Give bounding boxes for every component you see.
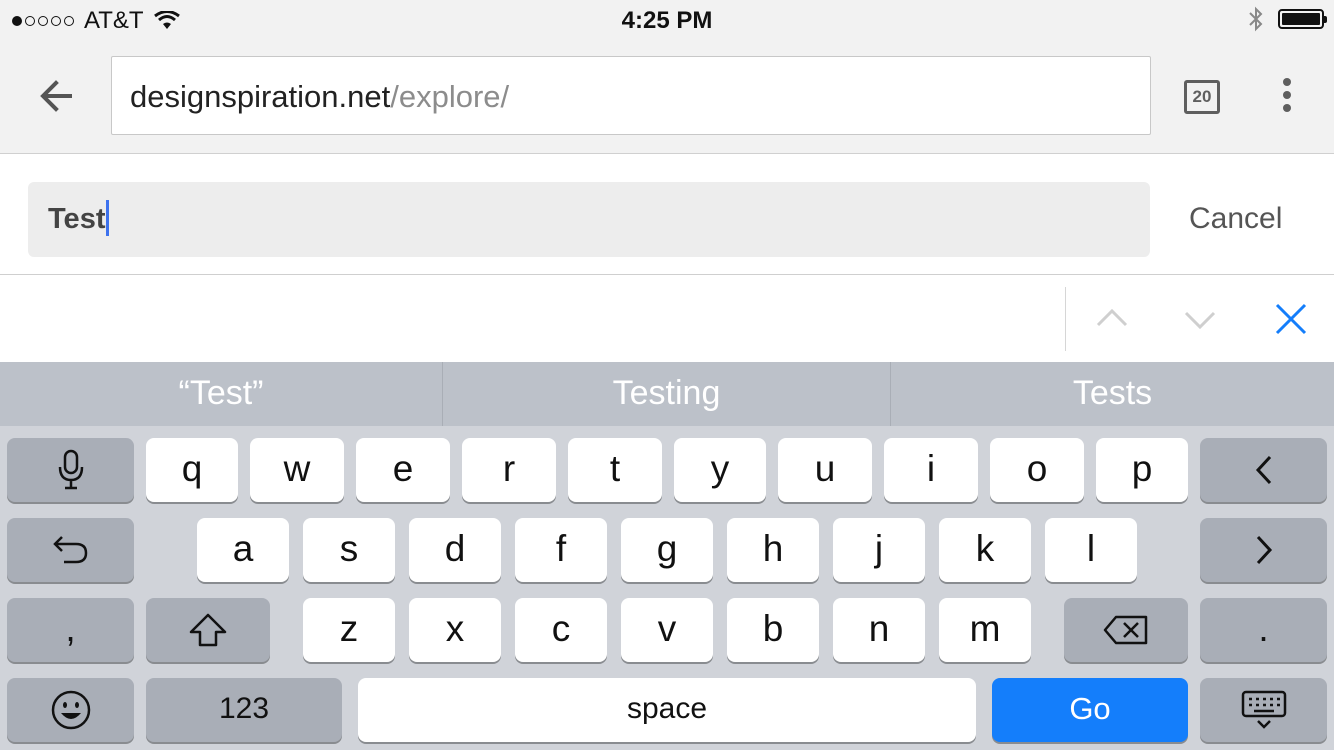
status-right <box>1248 6 1327 32</box>
key-v[interactable]: v <box>621 598 713 662</box>
key-z[interactable]: z <box>303 598 395 662</box>
bluetooth-icon <box>1249 6 1263 32</box>
url-domain: designspiration.net <box>130 79 391 114</box>
suggestion-item[interactable]: Tests <box>891 362 1334 426</box>
find-query: Test <box>48 203 106 235</box>
key-b[interactable]: b <box>727 598 819 662</box>
go-button[interactable]: Go <box>992 678 1188 742</box>
close-find-icon[interactable] <box>1269 297 1313 341</box>
key-a[interactable]: a <box>197 518 289 582</box>
space-key[interactable]: space <box>358 678 976 742</box>
more-menu-icon[interactable] <box>1272 78 1302 118</box>
key-j[interactable]: j <box>833 518 925 582</box>
tab-switcher-button[interactable]: 20 <box>1184 80 1220 114</box>
back-arrow-icon[interactable] <box>28 68 84 124</box>
emoji-icon <box>51 690 90 730</box>
key-q[interactable]: q <box>146 438 238 502</box>
backspace-key[interactable] <box>1064 598 1188 662</box>
key-s[interactable]: s <box>303 518 395 582</box>
key-o[interactable]: o <box>990 438 1084 502</box>
dismiss-keyboard-key[interactable] <box>1200 678 1327 742</box>
battery-icon <box>1278 9 1327 29</box>
shift-icon <box>189 613 227 647</box>
key-g[interactable]: g <box>621 518 713 582</box>
emoji-key[interactable] <box>7 678 134 742</box>
find-in-page-bar: Test Cancel <box>0 154 1334 275</box>
backspace-icon <box>1103 615 1148 645</box>
key-n[interactable]: n <box>833 598 925 662</box>
url-path: /explore/ <box>390 79 510 114</box>
cancel-button[interactable]: Cancel <box>1189 202 1282 236</box>
keyboard: “Test” Testing Tests q w e r t y u i o p… <box>0 362 1334 750</box>
microphone-icon <box>58 449 83 490</box>
key-t[interactable]: t <box>568 438 662 502</box>
suggestion-item[interactable]: “Test” <box>0 362 442 426</box>
find-next-icon[interactable] <box>1178 297 1222 341</box>
shift-key[interactable] <box>146 598 270 662</box>
status-bar: AT&T 4:25 PM <box>0 0 1334 40</box>
key-r[interactable]: r <box>462 438 556 502</box>
status-time: 4:25 PM <box>621 7 713 34</box>
suggestion-item[interactable]: Testing <box>443 362 890 426</box>
key-f[interactable]: f <box>515 518 607 582</box>
period-key[interactable]: . <box>1200 598 1327 662</box>
key-i[interactable]: i <box>884 438 978 502</box>
dismiss-keyboard-icon <box>1241 690 1286 729</box>
undo-key[interactable] <box>7 518 134 582</box>
cursor-left-key[interactable] <box>1200 438 1327 502</box>
suggestion-bar: “Test” Testing Tests <box>0 362 1334 426</box>
browser-toolbar: designspiration.net/explore/ 20 <box>0 40 1334 154</box>
address-bar[interactable]: designspiration.net/explore/ <box>111 56 1151 135</box>
key-m[interactable]: m <box>939 598 1031 662</box>
key-p[interactable]: p <box>1096 438 1188 502</box>
microphone-key[interactable] <box>7 438 134 502</box>
comma-key[interactable]: , <box>7 598 134 662</box>
key-y[interactable]: y <box>674 438 766 502</box>
undo-icon <box>52 536 87 564</box>
key-d[interactable]: d <box>409 518 501 582</box>
key-k[interactable]: k <box>939 518 1031 582</box>
divider <box>1065 287 1066 351</box>
key-l[interactable]: l <box>1045 518 1137 582</box>
key-x[interactable]: x <box>409 598 501 662</box>
numbers-key[interactable]: 123 <box>146 678 342 742</box>
key-u[interactable]: u <box>778 438 872 502</box>
key-c[interactable]: c <box>515 598 607 662</box>
find-input[interactable]: Test <box>28 182 1150 257</box>
cursor-right-key[interactable] <box>1200 518 1327 582</box>
find-previous-icon[interactable] <box>1090 297 1134 341</box>
key-e[interactable]: e <box>356 438 450 502</box>
key-h[interactable]: h <box>727 518 819 582</box>
key-w[interactable]: w <box>250 438 344 502</box>
cursor-left-icon <box>1255 455 1271 485</box>
find-navigation-row <box>0 275 1334 362</box>
cursor-right-icon <box>1256 535 1272 565</box>
text-caret <box>106 200 110 237</box>
